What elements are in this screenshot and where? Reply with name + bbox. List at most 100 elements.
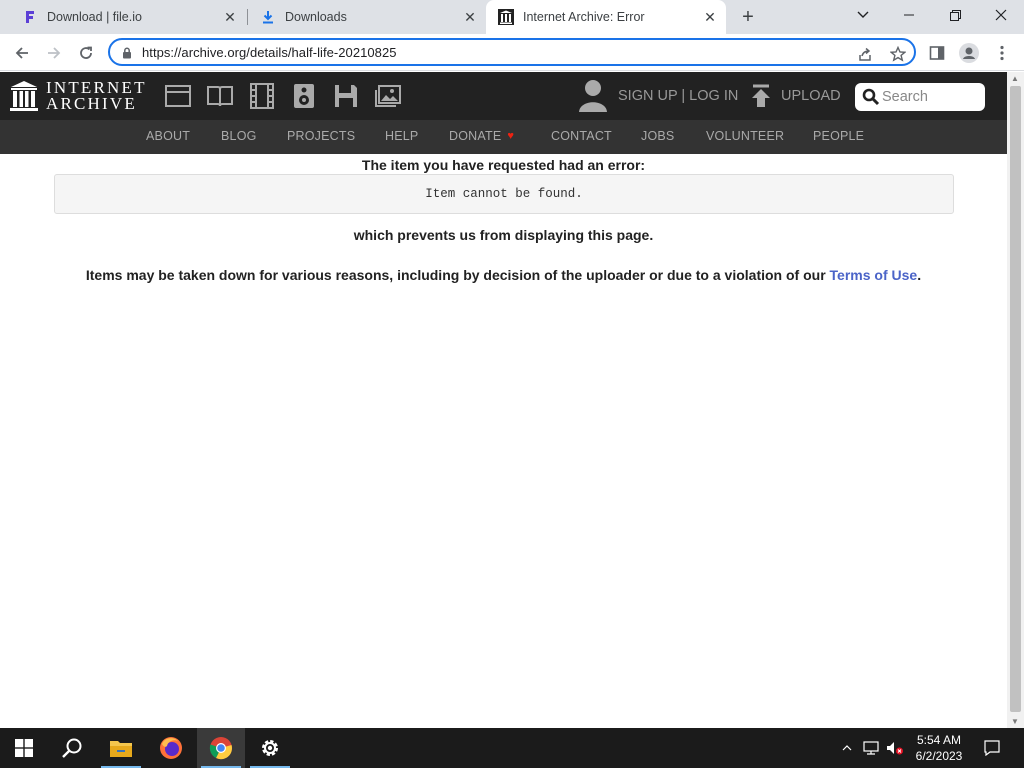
chevron-down-icon <box>857 11 869 18</box>
reload-button[interactable] <box>73 40 99 66</box>
scroll-up-arrow-icon[interactable]: ▲ <box>1011 74 1019 83</box>
file-explorer-button[interactable] <box>97 728 145 768</box>
clock-date: 6/2/2023 <box>915 749 963 763</box>
nav-blog[interactable]: BLOG <box>221 129 257 143</box>
side-panel-icon <box>929 46 945 60</box>
taskbar-search-button[interactable] <box>48 728 96 768</box>
tab-downloads[interactable]: Downloads ✕ <box>248 0 486 34</box>
lock-icon[interactable] <box>122 46 132 64</box>
nav-volunteer[interactable]: VOLUNTEER <box>706 129 784 143</box>
prevents-text: which prevents us from displaying this p… <box>353 227 654 243</box>
volume-button[interactable] <box>884 728 906 768</box>
chevron-up-icon <box>842 745 852 751</box>
notification-icon <box>984 740 1000 756</box>
nav-donate[interactable]: DONATE ♥ <box>449 129 514 143</box>
ia-search-box[interactable] <box>855 83 985 111</box>
software-icon[interactable] <box>333 83 359 109</box>
archive-building-icon <box>10 81 38 111</box>
upload-icon[interactable] <box>750 84 772 108</box>
profile-avatar-icon <box>959 43 979 63</box>
close-icon[interactable]: ✕ <box>222 9 238 25</box>
firefox-icon <box>160 737 182 759</box>
archive-icon <box>498 9 514 25</box>
ia-logo-text: INTERNET ARCHIVE <box>46 79 147 112</box>
chrome-button[interactable] <box>197 728 245 768</box>
taskbar-clock[interactable]: 5:54 AM 6/2/2023 <box>906 732 972 764</box>
tab-strip: Download | file.io ✕ Downloads ✕ Interne… <box>0 0 1024 34</box>
scroll-thumb[interactable] <box>1010 86 1021 712</box>
nav-projects[interactable]: PROJECTS <box>287 129 355 143</box>
tab-title: Downloads <box>285 10 347 24</box>
download-icon <box>260 9 276 25</box>
search-icon <box>62 738 82 758</box>
nav-jobs[interactable]: JOBS <box>641 129 674 143</box>
back-button[interactable] <box>9 40 35 66</box>
close-icon[interactable]: ✕ <box>462 9 478 25</box>
nav-help[interactable]: HELP <box>385 129 418 143</box>
restore-button[interactable] <box>932 0 978 30</box>
video-icon[interactable] <box>249 83 275 109</box>
close-icon[interactable]: ✕ <box>702 9 718 25</box>
back-arrow-icon <box>15 47 28 59</box>
ia-subnav: ABOUT BLOG PROJECTS HELP DONATE ♥ CONTAC… <box>0 120 1007 154</box>
search-icon <box>862 88 880 111</box>
page-scrollbar[interactable]: ▲ ▼ <box>1007 72 1024 728</box>
url-text: https://archive.org/details/half-life-20… <box>142 45 397 60</box>
terms-of-use-link[interactable]: Terms of Use <box>830 267 918 283</box>
volume-muted-icon <box>887 742 903 755</box>
nav-contact[interactable]: CONTACT <box>551 129 612 143</box>
new-tab-button[interactable]: + <box>736 5 760 29</box>
error-message-box: Item cannot be found. <box>54 174 954 214</box>
error-heading: The item you have requested had an error… <box>361 157 646 173</box>
fileio-icon <box>22 9 38 25</box>
network-button[interactable] <box>860 728 882 768</box>
ia-header: INTERNET ARCHIVE SIGN UP | LOG IN UPLOAD <box>0 72 1007 120</box>
tab-internet-archive[interactable]: Internet Archive: Error ✕ <box>486 0 726 34</box>
tab-title: Download | file.io <box>47 10 142 24</box>
user-icon[interactable] <box>578 79 608 113</box>
heart-icon: ♥ <box>507 130 515 142</box>
ia-logo[interactable]: INTERNET ARCHIVE <box>10 79 147 112</box>
share-icon[interactable] <box>856 45 874 63</box>
menu-button[interactable] <box>991 42 1013 64</box>
clock-time: 5:54 AM <box>916 733 962 747</box>
settings-button[interactable] <box>246 728 294 768</box>
more-vert-icon <box>1000 45 1004 61</box>
images-icon[interactable] <box>375 83 401 109</box>
takedown-notice: Items may be taken down for various reas… <box>0 267 1007 283</box>
web-icon[interactable] <box>165 83 191 109</box>
show-hidden-icons-button[interactable] <box>838 728 856 768</box>
side-panel-button[interactable] <box>926 42 948 64</box>
chrome-icon <box>209 737 232 760</box>
scroll-down-arrow-icon[interactable]: ▼ <box>1011 717 1019 726</box>
upload-link[interactable]: UPLOAD <box>781 88 841 104</box>
terms-period: . <box>917 267 922 283</box>
error-content: The item you have requested had an error… <box>0 154 1007 728</box>
profile-button[interactable] <box>958 42 980 64</box>
notifications-button[interactable] <box>978 728 1006 768</box>
tab-fileio[interactable]: Download | file.io ✕ <box>8 0 246 34</box>
address-bar[interactable]: https://archive.org/details/half-life-20… <box>108 38 916 66</box>
takedown-text: Items may be taken down for various reas… <box>85 267 826 283</box>
nav-people[interactable]: PEOPLE <box>813 129 864 143</box>
tab-search-button[interactable] <box>840 0 886 30</box>
nav-about[interactable]: ABOUT <box>146 129 190 143</box>
close-icon <box>995 9 1007 21</box>
network-icon <box>863 741 879 755</box>
minimize-button[interactable] <box>886 0 932 30</box>
forward-arrow-icon <box>48 47 61 59</box>
firefox-button[interactable] <box>147 728 195 768</box>
file-explorer-icon <box>110 741 132 757</box>
restore-icon <box>949 9 961 21</box>
sign-up-login-link[interactable]: SIGN UP | LOG IN <box>618 88 738 104</box>
audio-icon[interactable] <box>291 83 317 109</box>
start-button[interactable] <box>0 728 48 768</box>
nav-donate-label: DONATE <box>449 129 502 143</box>
windows-taskbar: 5:54 AM 6/2/2023 <box>0 728 1024 768</box>
windows-start-icon <box>15 739 33 757</box>
texts-icon[interactable] <box>207 83 233 109</box>
forward-button[interactable] <box>41 40 67 66</box>
bookmark-star-icon[interactable] <box>889 45 907 63</box>
search-input[interactable] <box>882 87 978 107</box>
close-window-button[interactable] <box>978 0 1024 30</box>
